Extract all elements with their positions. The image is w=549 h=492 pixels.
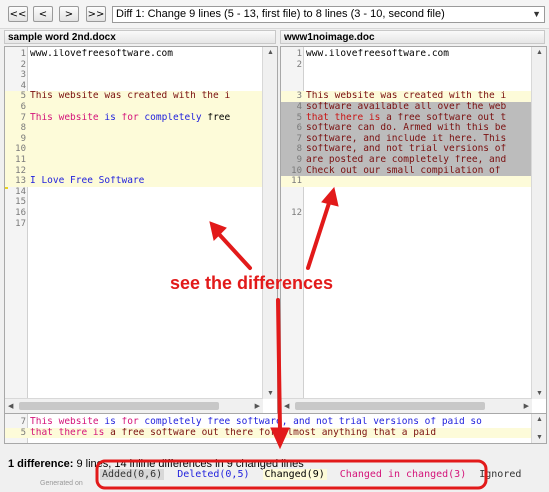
legend-highlight-box	[95, 459, 488, 490]
arrow-to-left-pane	[215, 230, 252, 270]
arrow-to-right-pane	[306, 198, 332, 270]
annotation-layer	[95, 186, 488, 490]
annotation-text: see the differences	[170, 273, 334, 293]
arrowhead-right	[321, 186, 339, 207]
arrowhead-down	[270, 427, 290, 450]
arrow-to-inline-panel	[276, 298, 282, 432]
